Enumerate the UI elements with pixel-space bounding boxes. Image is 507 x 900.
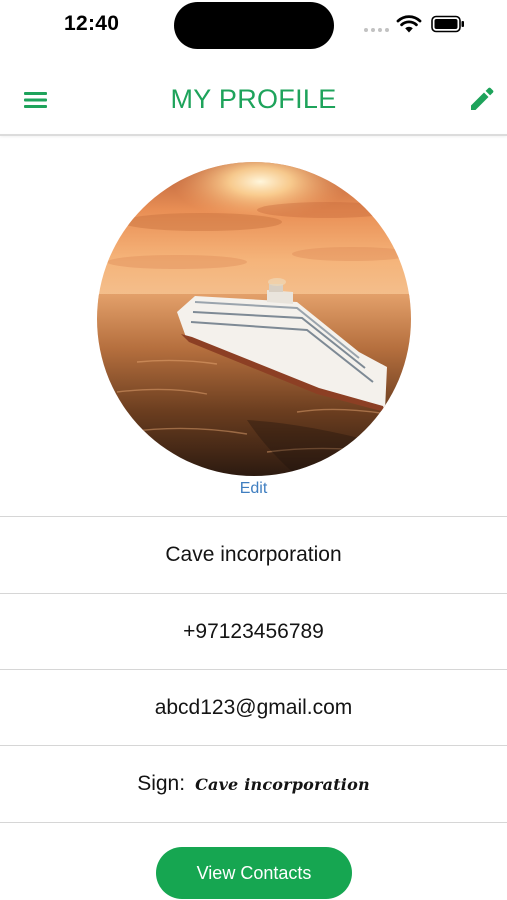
battery-icon: [431, 15, 464, 33]
divider: [0, 822, 507, 823]
signature-label: Sign:: [137, 772, 186, 795]
page-title: MY PROFILE: [170, 84, 337, 114]
profile-avatar[interactable]: [97, 162, 411, 476]
wifi-icon: [396, 15, 422, 33]
status-time: 12:40: [64, 12, 120, 35]
cruise-ship-photo: [97, 162, 411, 476]
header-divider: [0, 134, 507, 136]
status-bar: 12:40: [0, 0, 507, 50]
signature-row: Sign: Cave incorporation: [0, 746, 507, 822]
app-header: MY PROFILE: [0, 64, 507, 135]
email-address: abcd123@gmail.com: [154, 696, 353, 719]
signature-value: Cave incorporation: [195, 774, 370, 794]
pencil-icon[interactable]: [466, 84, 496, 114]
dynamic-island: [174, 2, 334, 49]
signal-icon: [364, 28, 389, 32]
company-name: Cave incorporation: [165, 543, 342, 566]
avatar-edit-link[interactable]: Edit: [0, 480, 507, 498]
phone-number: +97123456789: [183, 620, 324, 643]
view-contacts-button[interactable]: View Contacts: [156, 847, 352, 899]
